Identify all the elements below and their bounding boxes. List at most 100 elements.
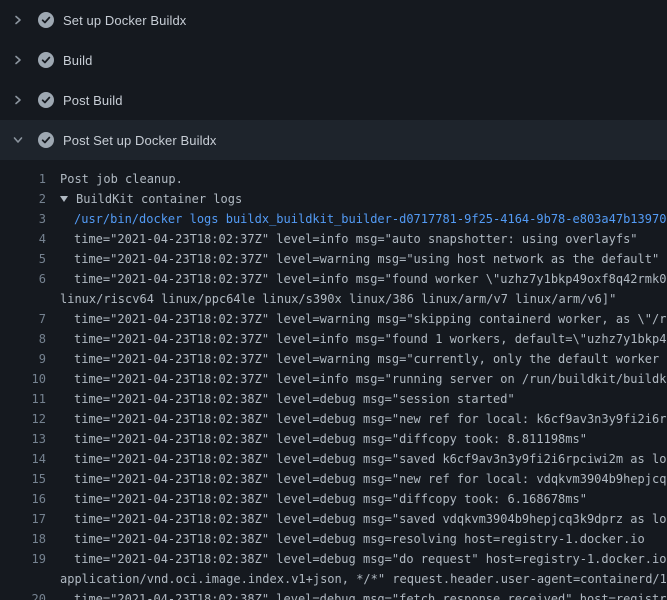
line-number-link[interactable]: 20 [0, 589, 46, 600]
log-text: time="2021-04-23T18:02:38Z" level=debug … [74, 432, 587, 446]
line-number-link[interactable]: 19 [0, 549, 46, 569]
chevron-right-icon[interactable] [12, 94, 24, 106]
step-header[interactable]: Build [0, 40, 667, 80]
line-number-link[interactable]: 10 [0, 369, 46, 389]
log-text: time="2021-04-23T18:02:38Z" level=debug … [74, 452, 667, 466]
log-text: time="2021-04-23T18:02:38Z" level=debug … [74, 592, 667, 600]
log-text: time="2021-04-23T18:02:38Z" level=debug … [74, 552, 667, 566]
line-number-link[interactable]: 4 [0, 229, 46, 249]
step-label: Build [63, 53, 92, 68]
log-text: time="2021-04-23T18:02:37Z" level=warnin… [74, 252, 659, 266]
log-line-content: time="2021-04-23T18:02:37Z" level=info m… [60, 369, 667, 389]
log-line: 1 Post job cleanup. [0, 169, 667, 189]
log-line: 6 time="2021-04-23T18:02:37Z" level=info… [0, 269, 667, 289]
line-number-link[interactable]: 14 [0, 449, 46, 469]
log-line-content: time="2021-04-23T18:02:38Z" level=debug … [60, 429, 667, 449]
log-line-content: time="2021-04-23T18:02:38Z" level=debug … [60, 489, 667, 509]
log-text: time="2021-04-23T18:02:38Z" level=debug … [74, 512, 667, 526]
step-header[interactable]: Post Set up Docker Buildx [0, 120, 667, 160]
line-number-link[interactable]: 5 [0, 249, 46, 269]
log-line-content: time="2021-04-23T18:02:38Z" level=debug … [60, 469, 667, 489]
log-line: 15 time="2021-04-23T18:02:38Z" level=deb… [0, 469, 667, 489]
line-number-link[interactable]: 3 [0, 209, 46, 229]
check-circle-icon [38, 52, 54, 68]
log-line: 10 time="2021-04-23T18:02:37Z" level=inf… [0, 369, 667, 389]
log-line: 12 time="2021-04-23T18:02:38Z" level=deb… [0, 409, 667, 429]
log-line-content: time="2021-04-23T18:02:38Z" level=debug … [60, 589, 667, 600]
line-number-link[interactable]: 9 [0, 349, 46, 369]
log-text: time="2021-04-23T18:02:38Z" level=debug … [74, 472, 667, 486]
log-line-content: application/vnd.oci.image.index.v1+json,… [60, 569, 667, 589]
log-text: time="2021-04-23T18:02:37Z" level=warnin… [74, 312, 667, 326]
log-line-content: /usr/bin/docker logs buildx_buildkit_bui… [60, 209, 667, 229]
workflow-log-viewer: Set up Docker Buildx Build P [0, 0, 667, 600]
log-line: 2 BuildKit container logs [0, 189, 667, 209]
log-text: time="2021-04-23T18:02:38Z" level=debug … [74, 532, 645, 546]
log-line: 7 time="2021-04-23T18:02:37Z" level=warn… [0, 309, 667, 329]
log-text: application/vnd.oci.image.index.v1+json,… [60, 572, 667, 586]
line-number-link[interactable] [0, 569, 46, 589]
log-text: BuildKit container logs [76, 192, 242, 206]
line-number-link[interactable] [0, 289, 46, 309]
chevron-right-icon[interactable] [12, 54, 24, 66]
log-area: 1 Post job cleanup. 2 BuildKit container… [0, 160, 667, 600]
line-number-link[interactable]: 15 [0, 469, 46, 489]
log-text: time="2021-04-23T18:02:37Z" level=info m… [74, 372, 667, 386]
line-number-link[interactable]: 1 [0, 169, 46, 189]
log-text: linux/riscv64 linux/ppc64le linux/s390x … [60, 292, 616, 306]
log-text: time="2021-04-23T18:02:38Z" level=debug … [74, 392, 515, 406]
log-line: 3 /usr/bin/docker logs buildx_buildkit_b… [0, 209, 667, 229]
log-line-content: time="2021-04-23T18:02:38Z" level=debug … [60, 529, 667, 549]
line-number-link[interactable]: 17 [0, 509, 46, 529]
log-line-content: time="2021-04-23T18:02:37Z" level=info m… [60, 329, 667, 349]
log-line-content: time="2021-04-23T18:02:38Z" level=debug … [60, 389, 667, 409]
log-line: 17 time="2021-04-23T18:02:38Z" level=deb… [0, 509, 667, 529]
log-text: time="2021-04-23T18:02:37Z" level=info m… [74, 332, 667, 346]
log-line-content: BuildKit container logs [60, 189, 667, 209]
line-number-link[interactable]: 8 [0, 329, 46, 349]
line-number-link[interactable]: 6 [0, 269, 46, 289]
log-line-content: time="2021-04-23T18:02:37Z" level=info m… [60, 229, 667, 249]
log-line-content: time="2021-04-23T18:02:37Z" level=warnin… [60, 249, 667, 269]
step-header[interactable]: Set up Docker Buildx [0, 0, 667, 40]
line-number-link[interactable]: 11 [0, 389, 46, 409]
log-line: 16 time="2021-04-23T18:02:38Z" level=deb… [0, 489, 667, 509]
log-line-content: time="2021-04-23T18:02:37Z" level=warnin… [60, 349, 667, 369]
log-line: 11 time="2021-04-23T18:02:38Z" level=deb… [0, 389, 667, 409]
chevron-down-icon[interactable] [12, 134, 24, 146]
line-number-link[interactable]: 13 [0, 429, 46, 449]
log-line-content: time="2021-04-23T18:02:38Z" level=debug … [60, 409, 667, 429]
check-circle-icon [38, 132, 54, 148]
line-number-link[interactable]: 2 [0, 189, 46, 209]
log-text: /usr/bin/docker logs buildx_buildkit_bui… [74, 212, 666, 226]
log-line: 20 time="2021-04-23T18:02:38Z" level=deb… [0, 589, 667, 600]
log-line-content: time="2021-04-23T18:02:38Z" level=debug … [60, 549, 667, 569]
log-text: time="2021-04-23T18:02:37Z" level=info m… [74, 272, 667, 286]
log-line-content: time="2021-04-23T18:02:38Z" level=debug … [60, 449, 667, 469]
line-number-link[interactable]: 12 [0, 409, 46, 429]
log-line: 8 time="2021-04-23T18:02:37Z" level=info… [0, 329, 667, 349]
log-line: application/vnd.oci.image.index.v1+json,… [0, 569, 667, 589]
log-line-content: Post job cleanup. [60, 169, 667, 189]
log-line: 5 time="2021-04-23T18:02:37Z" level=warn… [0, 249, 667, 269]
step-label: Post Build [63, 93, 123, 108]
group-triangle-down-icon[interactable] [60, 196, 68, 202]
line-number-link[interactable]: 7 [0, 309, 46, 329]
chevron-right-icon[interactable] [12, 14, 24, 26]
line-number-link[interactable]: 18 [0, 529, 46, 549]
log-line-content: time="2021-04-23T18:02:37Z" level=info m… [60, 269, 667, 289]
log-line-content: linux/riscv64 linux/ppc64le linux/s390x … [60, 289, 667, 309]
log-line-content: time="2021-04-23T18:02:37Z" level=warnin… [60, 309, 667, 329]
log-line-content: time="2021-04-23T18:02:38Z" level=debug … [60, 509, 667, 529]
step-label: Set up Docker Buildx [63, 13, 186, 28]
log-line: 18 time="2021-04-23T18:02:38Z" level=deb… [0, 529, 667, 549]
step-label: Post Set up Docker Buildx [63, 133, 217, 148]
line-number-link[interactable]: 16 [0, 489, 46, 509]
check-circle-icon [38, 92, 54, 108]
steps-list: Set up Docker Buildx Build P [0, 0, 667, 160]
log-line: 19 time="2021-04-23T18:02:38Z" level=deb… [0, 549, 667, 569]
log-text: Post job cleanup. [60, 172, 183, 186]
log-text: time="2021-04-23T18:02:37Z" level=warnin… [74, 352, 667, 366]
log-line: linux/riscv64 linux/ppc64le linux/s390x … [0, 289, 667, 309]
step-header[interactable]: Post Build [0, 80, 667, 120]
